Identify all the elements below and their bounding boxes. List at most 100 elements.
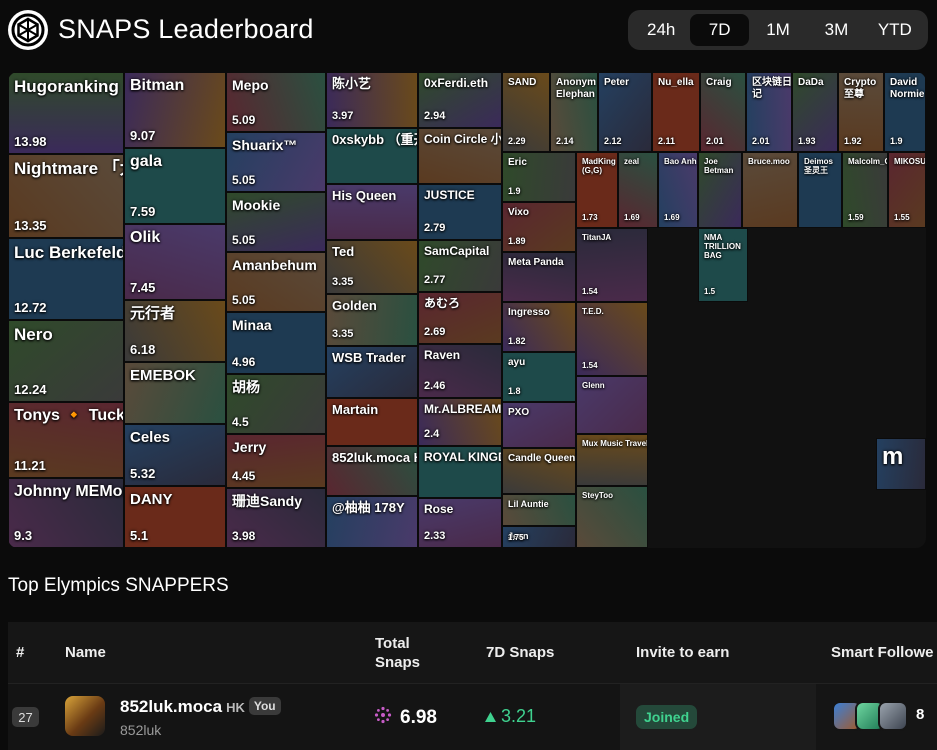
follower-avatar[interactable] (878, 701, 908, 731)
country-code: HK (226, 700, 245, 715)
leaderboard-tile[interactable]: JUSTICE 2.79 (418, 184, 502, 240)
tile-value: 1.59 (848, 213, 864, 222)
tab-3m[interactable]: 3M (807, 14, 865, 46)
leaderboard-tile[interactable]: MIKOSURI 1.55 (888, 152, 926, 228)
leaderboard-tile[interactable]: 区块链日记 2.01 (746, 72, 792, 152)
leaderboard-tile[interactable]: Coin Circle 小公主 (418, 128, 502, 184)
leaderboard-tile[interactable]: David Normie 1.9 (884, 72, 926, 152)
leaderboard-tile[interactable]: 0xskybb （重开版） (326, 128, 418, 184)
leaderboard-tile[interactable]: T.E.D. 1.54 (576, 302, 648, 376)
leaderboard-tile[interactable]: Nero 12.24 (8, 320, 124, 402)
leaderboard-tile[interactable]: PXO (502, 402, 576, 448)
leaderboard-tile[interactable]: 元行者 6.18 (124, 300, 226, 362)
leaderboard-tile[interactable]: Martain (326, 398, 418, 446)
leaderboard-tile[interactable]: Raven 2.46 (418, 344, 502, 398)
leaderboard-tile[interactable]: Mux Music Traveling (576, 434, 648, 486)
table-row[interactable]: 27 852luk.moca HK You 852luk 6.98 3.21 Joi… (8, 684, 937, 750)
leaderboard-tile[interactable]: Ted 3.35 (326, 240, 418, 294)
tile-name: MIKOSURI (894, 157, 926, 166)
leaderboard-tile[interactable]: Glenn (576, 376, 648, 434)
leaderboard-tile[interactable]: Minaa 4.96 (226, 312, 326, 374)
leaderboard-tile[interactable]: Mepo 5.09 (226, 72, 326, 132)
leaderboard-tile[interactable]: His Queen (326, 184, 418, 240)
leaderboard-tile[interactable]: Craig 2.01 (700, 72, 746, 152)
tile-name: Rose (424, 502, 454, 516)
leaderboard-tile[interactable]: Hugoranking 13.98 (8, 72, 124, 154)
tile-value: 4.96 (232, 355, 256, 369)
leaderboard-tile[interactable]: m (876, 438, 926, 490)
leaderboard-tile[interactable]: Bruce.moo (742, 152, 798, 228)
column-smart-followers[interactable]: Smart Followe (831, 622, 934, 684)
leaderboard-tile[interactable]: Amanbehum 5.05 (226, 252, 326, 312)
leaderboard-tile[interactable]: 珊迪Sandy 3.98 (226, 488, 326, 548)
leaderboard-tile[interactable]: 852luk.moca HK (326, 446, 418, 496)
table-header: # Name Total Snaps 7D Snaps Invite to ea… (8, 622, 937, 684)
leaderboard-tile[interactable]: Mr.ALBREAM 2.4 (418, 398, 502, 446)
leaderboard-tile[interactable]: Meta Panda (502, 252, 576, 302)
tab-1m[interactable]: 1M (749, 14, 807, 46)
leaderboard-tile[interactable]: Lil Auntie (502, 494, 576, 526)
leaderboard-tile[interactable]: Eric 1.9 (502, 152, 576, 202)
leaderboard-tile[interactable]: Candle Queen (502, 448, 576, 494)
leaderboard-tile[interactable]: Johnny MEMonic 9.3 (8, 478, 124, 548)
leaderboard-tile[interactable]: あむろ 2.69 (418, 292, 502, 344)
tab-24h[interactable]: 24h (632, 14, 690, 46)
tile-name: Deimos 圣灵王 (804, 157, 833, 176)
leaderboard-tile[interactable]: EMEBOK (124, 362, 226, 424)
leaderboard-tile[interactable]: Crypto 至尊 1.92 (838, 72, 884, 152)
tile-name: Johnny MEMonic (14, 483, 123, 500)
leaderboard-tile[interactable]: ROYAL KINGDOM (418, 446, 502, 498)
leaderboard-tile[interactable]: Celes 5.32 (124, 424, 226, 486)
tile-name: Shuarix™ (232, 137, 298, 153)
leaderboard-tile[interactable]: Tonys 🔸 Tuck 11.21 (8, 402, 124, 478)
leaderboard-tile[interactable]: Ingresso 1.82 (502, 302, 576, 352)
tile-value: 5.05 (232, 293, 256, 307)
avatar[interactable] (65, 696, 105, 736)
leaderboard-tile[interactable]: Vixo 1.89 (502, 202, 576, 252)
leaderboard-tile[interactable]: DaDa 1.93 (792, 72, 838, 152)
leaderboard-tile[interactable]: 胡杨 4.5 (226, 374, 326, 434)
user-name[interactable]: 852luk.moca (120, 697, 222, 716)
leaderboard-tile[interactable]: SteyToo (576, 486, 648, 548)
tile-value: 5.32 (130, 466, 156, 481)
leaderboard-tile[interactable]: Jean 1.75 (502, 526, 576, 548)
leaderboard-tile[interactable]: ayu 1.8 (502, 352, 576, 402)
leaderboard-tile[interactable]: DANY 5.1 (124, 486, 226, 548)
tile-name: Nu_ella (658, 77, 694, 88)
leaderboard-tile[interactable]: Nightmare 「大表哥」 13.35 (8, 154, 124, 238)
leaderboard-tile[interactable]: Bitman 9.07 (124, 72, 226, 148)
leaderboard-tile[interactable]: Olik 7.45 (124, 224, 226, 300)
leaderboard-tile[interactable]: Jerry 4.45 (226, 434, 326, 488)
leaderboard-tile[interactable]: 陈小艺 3.97 (326, 72, 418, 128)
leaderboard-tile[interactable]: Malcolm_G 1.59 (842, 152, 888, 228)
column-total-snaps[interactable]: Total Snaps (375, 622, 445, 684)
leaderboard-tile[interactable]: Rose 2.33 (418, 498, 502, 548)
leaderboard-tile[interactable]: Golden 3.35 (326, 294, 418, 346)
leaderboard-tile[interactable]: Peter 2.12 (598, 72, 652, 152)
smart-followers-cell[interactable]: 8 (816, 684, 937, 750)
leaderboard-tile[interactable]: @柚柚 178Y (326, 496, 418, 548)
leaderboard-tile[interactable]: Mookie 5.05 (226, 192, 326, 252)
leaderboard-tile[interactable]: SAND 2.29 (502, 72, 550, 152)
leaderboard-tile[interactable]: Deimos 圣灵王 (798, 152, 842, 228)
leaderboard-tile[interactable]: TitanJA 1.54 (576, 228, 648, 302)
leaderboard-tile[interactable]: gala 7.59 (124, 148, 226, 224)
leaderboard-tile[interactable]: Joe Betman (698, 152, 742, 228)
leaderboard-tile[interactable]: Nu_ella 2.11 (652, 72, 700, 152)
leaderboard-tile[interactable]: Bao Anh 1.69 (658, 152, 698, 228)
leaderboard-tile[interactable]: Shuarix™ 5.05 (226, 132, 326, 192)
tab-7d[interactable]: 7D (690, 14, 749, 46)
leaderboard-tile[interactable]: 0xFerdi.eth 2.94 (418, 72, 502, 128)
column-period-snaps[interactable]: 7D Snaps (486, 622, 554, 684)
up-arrow-icon (485, 706, 496, 727)
tab-ytd[interactable]: YTD (866, 14, 924, 46)
leaderboard-tile[interactable]: MadKing (G,G) 1.73 (576, 152, 618, 228)
leaderboard-tile[interactable]: SamCapital 2.77 (418, 240, 502, 292)
leaderboard-tile[interactable]: zeal 1.69 (618, 152, 658, 228)
tile-value: 1.82 (508, 336, 526, 346)
column-name[interactable]: Name (65, 622, 106, 684)
leaderboard-tile[interactable]: Anonym Elephan 2.14 (550, 72, 598, 152)
leaderboard-tile[interactable]: WSB Trader (326, 346, 418, 398)
leaderboard-tile[interactable]: NMA TRILLION BAG 1.5 (698, 228, 748, 302)
leaderboard-tile[interactable]: Luc Berkefeld 12.72 (8, 238, 124, 320)
